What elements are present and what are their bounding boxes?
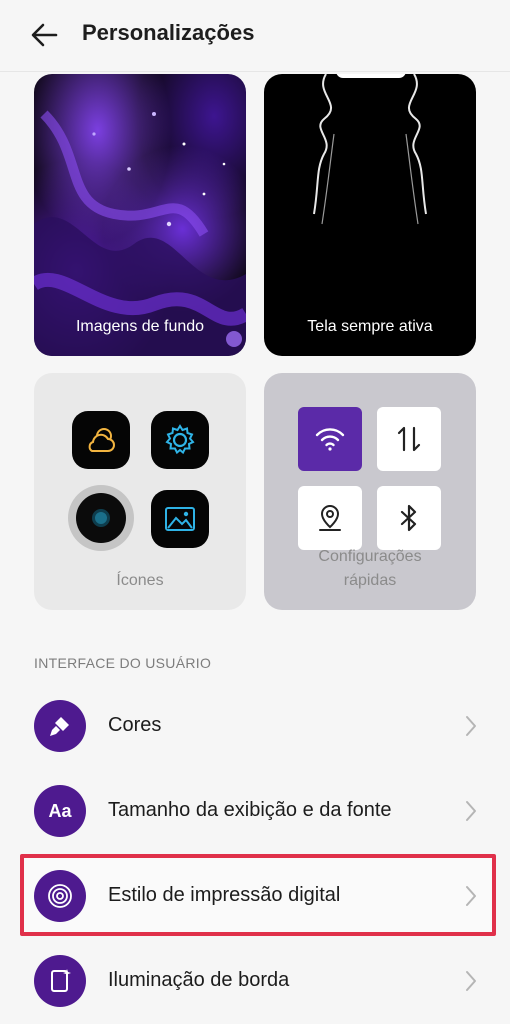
icons-card[interactable]: Ícones xyxy=(34,373,246,610)
page-title: Personalizações xyxy=(82,20,255,45)
location-pin-icon xyxy=(319,504,341,531)
quick-settings-label-line1: Configurações xyxy=(318,548,422,565)
wallpaper-preview-image xyxy=(34,110,246,356)
chevron-right-icon xyxy=(464,714,478,738)
font-size-icon: Aa xyxy=(34,785,86,837)
edge-light-icon xyxy=(34,955,86,1007)
fingerprint-icon xyxy=(34,870,86,922)
quick-settings-card[interactable]: Configurações rápidas xyxy=(264,373,476,610)
paint-roller-icon xyxy=(34,700,86,752)
chevron-right-icon xyxy=(464,799,478,823)
wallpaper-card[interactable]: Imagens de fundo xyxy=(34,74,246,356)
list-item-label: Cores xyxy=(108,714,162,736)
gallery-app-icon xyxy=(151,490,209,548)
list-item-label: Tamanho da exibição e da fonte xyxy=(108,799,392,821)
aod-preview-image xyxy=(313,74,427,225)
camera-app-icon xyxy=(68,485,134,551)
list-item-colors[interactable]: Cores xyxy=(0,686,510,766)
wallpaper-label: Imagens de fundo xyxy=(75,318,205,335)
wifi-icon xyxy=(315,428,345,451)
list-item-label: Iluminação de borda xyxy=(108,969,290,991)
list-item-edge-lighting[interactable]: Iluminação de borda xyxy=(0,941,510,1021)
list-item-display-font-size[interactable]: Aa Tamanho da exibição e da fonte xyxy=(0,771,510,851)
chevron-right-icon xyxy=(464,969,478,993)
weather-app-icon xyxy=(72,411,130,469)
back-arrow-icon[interactable] xyxy=(28,20,62,50)
list-item-fingerprint-style[interactable]: Estilo de impressão digital xyxy=(0,856,510,936)
list-item-label: Estilo de impressão digital xyxy=(108,884,341,906)
bluetooth-tile xyxy=(377,486,441,550)
wifi-tile xyxy=(298,407,362,471)
aod-label: Tela sempre ativa xyxy=(307,318,433,335)
section-header-user-interface: INTERFACE DO USUÁRIO xyxy=(34,655,212,671)
icons-label: Ícones xyxy=(116,572,164,589)
settings-app-icon xyxy=(151,411,209,469)
location-tile xyxy=(298,486,362,550)
mobile-data-tile xyxy=(377,407,441,471)
data-transfer-icon xyxy=(397,426,421,452)
quick-settings-label-line2: rápidas xyxy=(343,572,397,589)
always-on-display-card[interactable]: Tela sempre ativa xyxy=(264,74,476,356)
chevron-right-icon xyxy=(464,884,478,908)
bluetooth-icon xyxy=(400,504,417,532)
top-app-bar: Personalizações xyxy=(0,0,510,72)
